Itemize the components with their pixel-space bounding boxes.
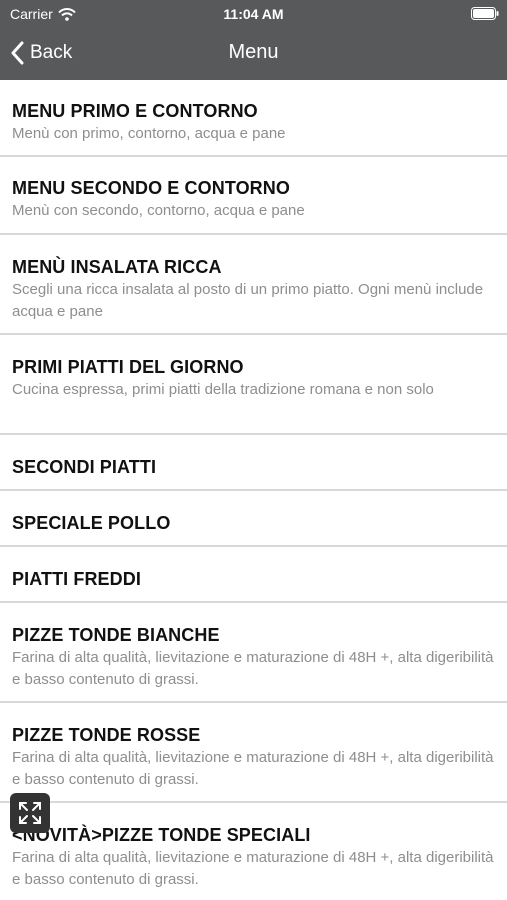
menu-item-title: PIATTI FREDDI	[12, 569, 141, 589]
menu-item[interactable]: <NOVITÀ>PIZZE TONDE SPECIALI Farina di a…	[0, 803, 507, 900]
menu-item[interactable]: SPECIALE POLLO	[0, 491, 507, 547]
menu-item-title: SPECIALE POLLO	[12, 513, 171, 533]
top-bar: Carrier 11:04 AM Back Menu	[0, 0, 507, 80]
menu-item-description: Menù con primo, contorno, acqua e pane	[12, 125, 286, 142]
menu-item-description: Menù con secondo, contorno, acqua e pane	[12, 202, 305, 219]
menu-item[interactable]: PRIMI PIATTI DEL GIORNO Cucina espressa,…	[0, 335, 507, 435]
menu-item-description: Farina di alta qualità, lievitazione e m…	[12, 749, 494, 788]
menu-item[interactable]: PIATTI FREDDI	[0, 547, 507, 603]
menu-item-title: <NOVITÀ>PIZZE TONDE SPECIALI	[12, 825, 311, 845]
menu-item[interactable]: MENÙ INSALATA RICCA Scegli una ricca ins…	[0, 235, 507, 335]
menu-item[interactable]: MENU PRIMO E CONTORNO Menù con primo, co…	[0, 80, 507, 157]
menu-item-title: MENU PRIMO E CONTORNO	[12, 101, 258, 121]
expand-icon	[19, 802, 41, 824]
menu-item-title: MENU SECONDO E CONTORNO	[12, 178, 290, 198]
menu-item-title: SECONDI PIATTI	[12, 457, 157, 477]
navigation-bar: Back Menu	[0, 28, 507, 80]
menu-item-title: MENÙ INSALATA RICCA	[12, 257, 222, 277]
menu-list: MENU PRIMO E CONTORNO Menù con primo, co…	[0, 80, 507, 900]
menu-item-title: PRIMI PIATTI DEL GIORNO	[12, 357, 244, 377]
page-title: Menu	[228, 41, 279, 63]
expand-button[interactable]	[10, 793, 50, 833]
menu-item-description: Farina di alta qualità, lievitazione e m…	[12, 649, 494, 688]
menu-item-title: PIZZE TONDE ROSSE	[12, 725, 201, 745]
status-bar: Carrier 11:04 AM	[0, 0, 507, 28]
menu-item-description: Scegli una ricca insalata al posto di un…	[12, 281, 484, 320]
menu-item-description: Farina di alta qualità, lievitazione e m…	[12, 849, 494, 888]
menu-item[interactable]: SECONDI PIATTI	[0, 435, 507, 491]
menu-item-title: PIZZE TONDE BIANCHE	[12, 625, 220, 645]
status-time: 11:04 AM	[223, 6, 284, 22]
menu-item[interactable]: MENU SECONDO E CONTORNO Menù con secondo…	[0, 157, 507, 235]
menu-item-description: Cucina espressa, primi piatti della trad…	[12, 381, 434, 398]
menu-item[interactable]: PIZZE TONDE BIANCHE Farina di alta quali…	[0, 603, 507, 703]
battery-icon	[471, 7, 499, 20]
menu-item[interactable]: PIZZE TONDE ROSSE Farina di alta qualità…	[0, 703, 507, 803]
